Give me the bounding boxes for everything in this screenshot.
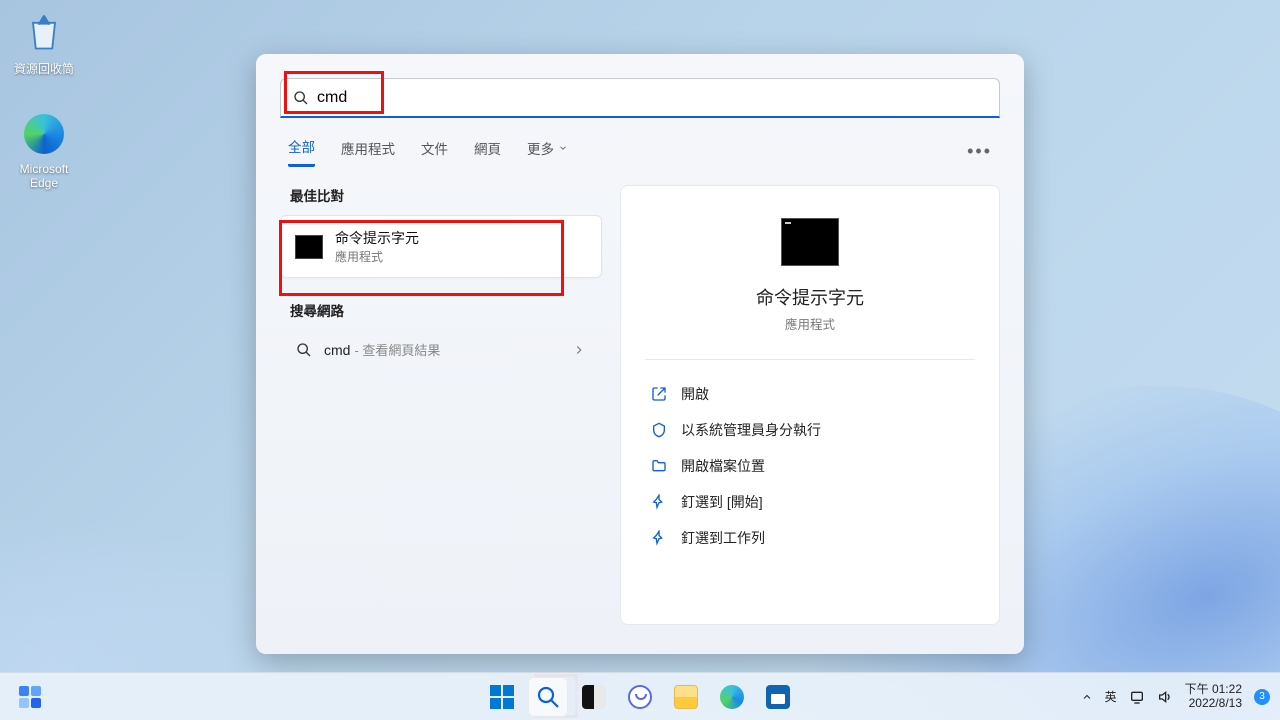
- web-search-result[interactable]: cmd - 查看網頁結果: [280, 330, 602, 369]
- action-label: 釘選到 [開始]: [681, 492, 763, 512]
- chat-icon: [628, 685, 652, 709]
- action-open[interactable]: 開啟: [645, 376, 975, 412]
- tab-apps[interactable]: 應用程式: [341, 138, 395, 166]
- action-pin-to-taskbar[interactable]: 釘選到工作列: [645, 520, 975, 556]
- tab-web[interactable]: 網頁: [474, 138, 501, 166]
- clock-time: 下午 01:22: [1185, 683, 1242, 697]
- action-open-file-location[interactable]: 開啟檔案位置: [645, 448, 975, 484]
- taskbar-edge[interactable]: [712, 677, 752, 717]
- results-column: 最佳比對 命令提示字元 應用程式 搜尋網路 cmd - 查看網頁結果: [280, 185, 602, 625]
- taskbar-search[interactable]: [528, 677, 568, 717]
- desktop-icon-recycle-bin[interactable]: 資源回收筒: [8, 8, 80, 77]
- pin-icon: [651, 530, 667, 546]
- best-match-heading: 最佳比對: [290, 185, 592, 205]
- store-icon: [766, 685, 790, 709]
- tab-documents[interactable]: 文件: [421, 138, 448, 166]
- action-label: 開啟檔案位置: [681, 456, 765, 476]
- network-icon[interactable]: [1129, 689, 1145, 705]
- search-icon: [536, 685, 560, 709]
- preview-pane: 命令提示字元 應用程式 開啟 以系統管理員身分執行 開啟檔案位置 釘選到 [開始…: [620, 185, 1000, 625]
- edge-icon: [20, 110, 68, 158]
- ime-indicator[interactable]: 英: [1105, 688, 1117, 705]
- taskbar-store[interactable]: [758, 677, 798, 717]
- chevron-up-icon[interactable]: [1081, 691, 1093, 703]
- search-input[interactable]: [309, 89, 987, 107]
- taskbar-clock[interactable]: 下午 01:22 2022/8/13: [1185, 683, 1242, 711]
- search-icon: [293, 90, 309, 106]
- notifications-badge[interactable]: 3: [1254, 689, 1270, 705]
- shield-icon: [651, 422, 667, 438]
- cmd-icon: [295, 235, 323, 259]
- windows-logo-icon: [490, 685, 514, 709]
- edge-icon: [720, 685, 744, 709]
- search-icon: [296, 342, 312, 358]
- folder-icon: [651, 458, 667, 474]
- chevron-right-icon: [572, 343, 586, 357]
- taskbar-widgets[interactable]: [10, 677, 50, 717]
- taskbar-file-explorer[interactable]: [666, 677, 706, 717]
- recycle-bin-icon: [20, 8, 68, 56]
- action-label: 開啟: [681, 384, 709, 404]
- preview-title: 命令提示字元: [645, 284, 975, 310]
- best-match-title: 命令提示字元: [335, 228, 419, 248]
- widgets-icon: [19, 686, 41, 708]
- search-web-heading: 搜尋網路: [290, 300, 592, 320]
- best-match-subtitle: 應用程式: [335, 248, 419, 265]
- taskbar-task-view[interactable]: [574, 677, 614, 717]
- taskbar-start[interactable]: [482, 677, 522, 717]
- chevron-down-icon: [558, 143, 568, 153]
- tab-more[interactable]: 更多: [527, 138, 568, 166]
- best-match-result[interactable]: 命令提示字元 應用程式: [280, 215, 602, 278]
- action-run-as-admin[interactable]: 以系統管理員身分執行: [645, 412, 975, 448]
- search-tabs: 全部 應用程式 文件 網頁 更多 •••: [256, 118, 1024, 167]
- action-pin-to-start[interactable]: 釘選到 [開始]: [645, 484, 975, 520]
- taskbar: 英 下午 01:22 2022/8/13 3: [0, 672, 1280, 720]
- tab-all[interactable]: 全部: [288, 136, 315, 167]
- action-label: 釘選到工作列: [681, 528, 765, 548]
- pin-icon: [651, 494, 667, 510]
- more-options-button[interactable]: •••: [967, 141, 992, 162]
- search-panel: 全部 應用程式 文件 網頁 更多 ••• 最佳比對 命令提示字元 應用程式 搜尋…: [256, 54, 1024, 654]
- task-view-icon: [582, 685, 606, 709]
- file-explorer-icon: [674, 685, 698, 709]
- cmd-icon-large: [781, 218, 839, 266]
- desktop-icon-label: 資源回收筒: [8, 60, 80, 77]
- divider: [645, 359, 975, 360]
- preview-subtitle: 應用程式: [645, 314, 975, 333]
- tab-more-label: 更多: [527, 138, 554, 158]
- web-query-text: cmd: [324, 342, 350, 358]
- desktop-icon-label: Microsoft Edge: [8, 162, 80, 190]
- search-bar[interactable]: [280, 78, 1000, 118]
- taskbar-chat[interactable]: [620, 677, 660, 717]
- web-query-hint: - 查看網頁結果: [354, 340, 440, 359]
- desktop-icon-edge[interactable]: Microsoft Edge: [8, 110, 80, 190]
- action-label: 以系統管理員身分執行: [681, 420, 821, 440]
- volume-icon[interactable]: [1157, 689, 1173, 705]
- open-icon: [651, 386, 667, 402]
- clock-date: 2022/8/13: [1185, 697, 1242, 711]
